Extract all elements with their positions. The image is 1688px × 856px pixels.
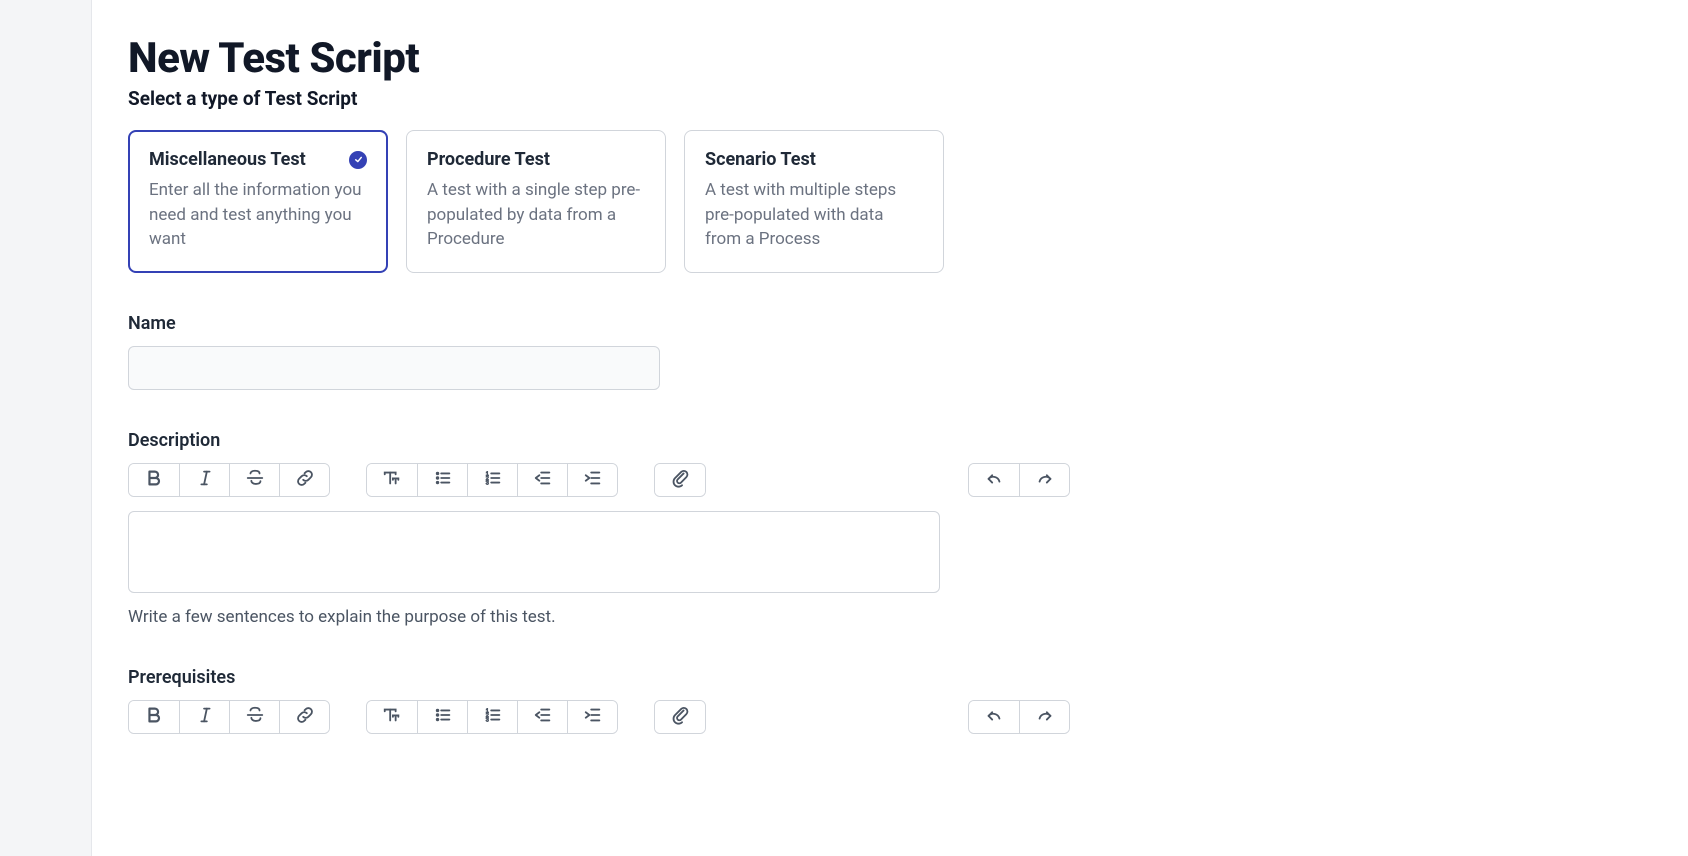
- type-card-scenario[interactable]: Scenario Test A test with multiple steps…: [684, 130, 944, 273]
- italic-icon: [195, 468, 215, 491]
- attachment-button[interactable]: [655, 464, 705, 496]
- paragraph-group: [366, 463, 618, 497]
- italic-button[interactable]: [179, 464, 229, 496]
- attachment-group: [654, 700, 706, 734]
- strikethrough-icon: [245, 705, 265, 728]
- italic-icon: [195, 705, 215, 728]
- attachment-icon: [670, 468, 690, 491]
- type-card-title: Miscellaneous Test: [149, 149, 306, 170]
- link-icon: [295, 468, 315, 491]
- left-nav-rail: [0, 0, 92, 856]
- description-editor[interactable]: [128, 511, 940, 593]
- strikethrough-icon: [245, 468, 265, 491]
- link-button[interactable]: [279, 701, 329, 733]
- link-icon: [295, 705, 315, 728]
- attachment-icon: [670, 705, 690, 728]
- name-input[interactable]: [128, 346, 660, 390]
- redo-button[interactable]: [1019, 464, 1069, 496]
- bold-icon: [144, 468, 164, 491]
- prerequisites-toolbar: [128, 700, 1652, 734]
- bold-icon: [144, 705, 164, 728]
- type-card-description: Enter all the information you need and t…: [149, 178, 367, 252]
- page-title: New Test Script: [128, 34, 1652, 83]
- test-type-selector: Miscellaneous Test Enter all the informa…: [128, 130, 1652, 273]
- undo-button[interactable]: [969, 464, 1019, 496]
- undo-button[interactable]: [969, 701, 1019, 733]
- redo-icon: [1035, 705, 1055, 728]
- name-label: Name: [128, 313, 1652, 334]
- indent-icon: [583, 468, 603, 491]
- paragraph-group: [366, 700, 618, 734]
- outdent-icon: [533, 468, 553, 491]
- bold-button[interactable]: [129, 701, 179, 733]
- attachment-button[interactable]: [655, 701, 705, 733]
- bullet-list-icon: [433, 705, 453, 728]
- outdent-button[interactable]: [517, 701, 567, 733]
- format-group: [128, 463, 330, 497]
- description-toolbar: [128, 463, 1652, 497]
- numbered-list-button[interactable]: [467, 464, 517, 496]
- description-label: Description: [128, 430, 1652, 451]
- text-size-button[interactable]: [367, 464, 417, 496]
- italic-button[interactable]: [179, 701, 229, 733]
- page-subtitle: Select a type of Test Script: [128, 87, 1652, 110]
- type-card-description: A test with a single step pre-populated …: [427, 178, 645, 252]
- numbered-list-icon: [483, 468, 503, 491]
- redo-button[interactable]: [1019, 701, 1069, 733]
- bold-button[interactable]: [129, 464, 179, 496]
- text-size-button[interactable]: [367, 701, 417, 733]
- bullet-list-button[interactable]: [417, 701, 467, 733]
- description-helper: Write a few sentences to explain the pur…: [128, 607, 1652, 627]
- type-card-procedure[interactable]: Procedure Test A test with a single step…: [406, 130, 666, 273]
- check-circle-icon: [349, 151, 367, 169]
- prerequisites-label: Prerequisites: [128, 667, 1652, 688]
- link-button[interactable]: [279, 464, 329, 496]
- undo-icon: [984, 468, 1004, 491]
- text-size-icon: [382, 705, 402, 728]
- undo-icon: [984, 705, 1004, 728]
- outdent-button[interactable]: [517, 464, 567, 496]
- format-group: [128, 700, 330, 734]
- strikethrough-button[interactable]: [229, 464, 279, 496]
- bullet-list-icon: [433, 468, 453, 491]
- type-card-title: Procedure Test: [427, 149, 550, 170]
- type-card-title: Scenario Test: [705, 149, 816, 170]
- outdent-icon: [533, 705, 553, 728]
- indent-button[interactable]: [567, 701, 617, 733]
- main-content: New Test Script Select a type of Test Sc…: [92, 0, 1688, 856]
- numbered-list-icon: [483, 705, 503, 728]
- strikethrough-button[interactable]: [229, 701, 279, 733]
- text-size-icon: [382, 468, 402, 491]
- description-section: Description: [128, 430, 1652, 627]
- type-card-description: A test with multiple steps pre-populated…: [705, 178, 923, 252]
- redo-icon: [1035, 468, 1055, 491]
- attachment-group: [654, 463, 706, 497]
- history-group: [968, 463, 1070, 497]
- prerequisites-section: Prerequisites: [128, 667, 1652, 734]
- numbered-list-button[interactable]: [467, 701, 517, 733]
- bullet-list-button[interactable]: [417, 464, 467, 496]
- indent-button[interactable]: [567, 464, 617, 496]
- indent-icon: [583, 705, 603, 728]
- type-card-miscellaneous[interactable]: Miscellaneous Test Enter all the informa…: [128, 130, 388, 273]
- name-section: Name: [128, 313, 1652, 390]
- history-group: [968, 700, 1070, 734]
